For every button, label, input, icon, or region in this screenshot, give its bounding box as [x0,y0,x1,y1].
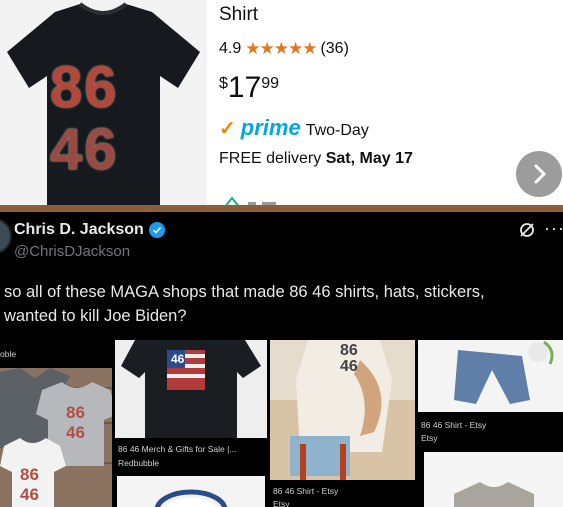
card-4-site: Etsy [421,433,438,443]
svg-text:46: 46 [20,485,39,504]
svg-text:46: 46 [171,352,185,366]
delivery-prefix: FREE delivery [219,150,322,167]
grid-card-3[interactable]: 86 46 86 46 Shirt - Etsy Etsy [270,340,415,507]
product-rating[interactable]: 4.9 ★★★★★ (36) [219,39,349,59]
prime-check-icon: ✓ [219,118,236,140]
prime-shipping-speed: Two-Day [305,122,369,139]
chevron-right-icon [534,164,547,184]
card-2-image: 46 [115,340,267,438]
svg-text:86: 86 [66,403,85,422]
card-3-caption: 86 46 Shirt - Etsy [273,486,339,496]
card-4-below-image [424,452,563,507]
price-currency: $ [219,75,228,92]
price-fraction: 99 [261,75,280,92]
author-name[interactable]: Chris D. Jackson [14,221,144,239]
author-handle[interactable]: @ChrisDJackson [14,243,130,260]
shirt-print-bottom: 46 [50,117,119,182]
product-price: $ 17 99 [219,72,279,104]
product-image[interactable]: 86 46 [0,0,207,207]
more-icon[interactable]: ··· [544,218,563,239]
card-2-below-image [117,476,265,507]
product-panel: 86 46 Shirt 4.9 ★★★★★ (36) $ 17 99 ✓ pri… [0,0,563,207]
card-1-caption: oble [0,349,17,359]
author-row: Chris D. Jackson [14,221,165,239]
star-rating-icon: ★★★★★ [245,39,317,58]
delivery-date: Sat, May 17 [325,150,413,167]
tweet-text: so all of these MAGA shops that made 86 … [4,280,563,328]
svg-text:46: 46 [66,423,85,442]
card-3-site: Etsy [273,499,290,507]
rating-value: 4.9 [219,40,242,57]
card-2-site: Redbubble [118,458,160,468]
price-whole: 17 [227,71,262,104]
verified-badge-icon [148,222,165,238]
mug-print-bottom: 46 [340,358,358,375]
grid-card-4[interactable]: 86 46 Shirt - Etsy Etsy [418,340,563,507]
grid-card-1[interactable]: oble 86 46 86 46 [0,340,112,507]
avatar[interactable] [0,218,12,254]
grid-card-2[interactable]: 46 86 46 Merch & Gifts for Sale |... Red… [115,340,267,507]
card-2-caption: 86 46 Merch & Gifts for Sale |... [118,444,237,454]
review-count[interactable]: (36) [320,40,348,58]
prime-logo: prime [240,115,301,140]
tweet-text-line-2: wanted to kill Joe Biden? [4,307,187,325]
svg-text:86: 86 [20,465,39,484]
image-grid: oble 86 46 86 46 46 86 46 Merch & Gifts … [0,340,563,507]
shirt-print-top: 86 [50,55,119,120]
prime-badge: ✓ prime Two-Day [219,115,369,141]
divider-bar [0,205,563,212]
product-title[interactable]: Shirt [219,4,258,26]
delivery-info: FREE delivery Sat, May 17 [219,150,413,168]
card-4-caption: 86 46 Shirt - Etsy [421,420,487,430]
card-4-image [418,340,563,412]
grok-icon[interactable] [518,221,536,245]
next-button[interactable] [516,151,562,197]
tweet-text-line-1: so all of these MAGA shops that made 86 … [4,283,485,301]
card-1-image: 86 46 86 46 [0,368,112,507]
